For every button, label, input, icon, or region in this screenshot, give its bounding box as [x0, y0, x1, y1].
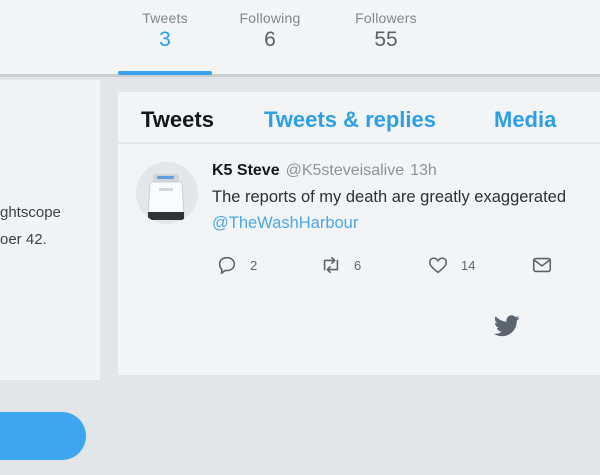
- retweet-button[interactable]: 6: [320, 254, 361, 276]
- like-count: 14: [461, 257, 476, 273]
- bio-text-line-2: oer 42.: [0, 231, 47, 248]
- heart-icon: [428, 257, 448, 274]
- follow-button[interactable]: [0, 412, 86, 460]
- tab-tweets-replies[interactable]: Tweets & replies: [264, 107, 436, 133]
- tweet-mention-link[interactable]: @TheWashHarbour: [212, 214, 358, 233]
- timeline-panel: [118, 92, 600, 375]
- like-button[interactable]: 14: [427, 254, 475, 276]
- reply-count: 2: [250, 257, 258, 273]
- reply-icon: [218, 256, 236, 275]
- direct-message-button[interactable]: [531, 254, 553, 276]
- tabs-divider: [118, 142, 600, 144]
- stat-followers[interactable]: Followers 55: [342, 10, 430, 52]
- retweet-icon: [323, 256, 339, 274]
- nav-divider: [0, 74, 600, 77]
- stat-following[interactable]: Following 6: [226, 10, 314, 52]
- profile-bio-card: [0, 80, 100, 380]
- tweet-header: K5 Steve @K5steveisalive 13h: [212, 162, 437, 180]
- avatar[interactable]: [136, 162, 198, 224]
- stat-tweets[interactable]: Tweets 3: [134, 10, 196, 52]
- stat-followers-label: Followers: [355, 10, 417, 26]
- twitter-bird-icon[interactable]: [493, 315, 520, 342]
- reply-button[interactable]: 2: [216, 254, 257, 276]
- tab-media[interactable]: Media: [494, 107, 556, 133]
- tweet-author-name[interactable]: K5 Steve: [212, 162, 280, 179]
- tweet-timestamp[interactable]: 13h: [410, 162, 437, 179]
- envelope-icon: [532, 257, 552, 273]
- stat-following-label: Following: [239, 10, 301, 26]
- tweet-text: The reports of my death are greatly exag…: [212, 188, 567, 206]
- stat-tweets-label: Tweets: [142, 10, 188, 26]
- retweet-count: 6: [354, 257, 362, 273]
- bio-text-line-1: ghtscope: [0, 204, 61, 221]
- stat-followers-count: 55: [374, 28, 398, 51]
- stat-tweets-count: 3: [159, 28, 171, 51]
- tweet-author-handle[interactable]: @K5steveisalive: [286, 162, 405, 179]
- stat-following-count: 6: [264, 28, 276, 51]
- tab-tweets[interactable]: Tweets: [141, 107, 214, 133]
- stat-active-indicator: [118, 71, 212, 75]
- robot-avatar-icon: [136, 162, 198, 224]
